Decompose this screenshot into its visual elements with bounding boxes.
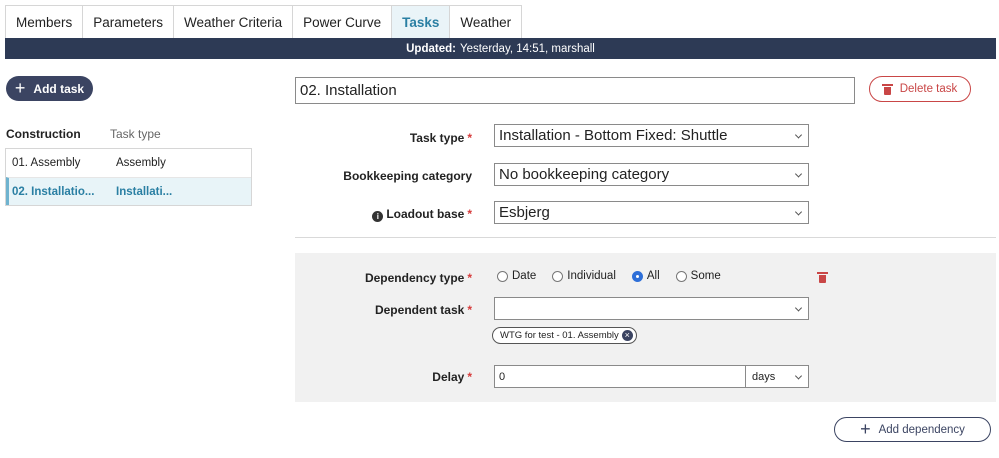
delay-unit-select[interactable]: days — [745, 365, 809, 388]
delay-label: Delay * — [432, 370, 472, 384]
chevron-down-icon — [794, 169, 803, 178]
tab-bar: Members Parameters Weather Criteria Powe… — [5, 5, 523, 38]
tab-weather-criteria[interactable]: Weather Criteria — [173, 5, 294, 38]
divider — [295, 237, 996, 238]
task-name: 02. Installatio... — [12, 185, 95, 198]
task-name-input[interactable]: 02. Installation — [295, 77, 855, 104]
chevron-down-icon — [794, 303, 803, 312]
dependent-task-label: Dependent task * — [374, 303, 472, 317]
radio-date[interactable]: Date — [497, 270, 536, 282]
chip-label: WTG for test - 01. Assembly — [500, 330, 619, 341]
delete-task-label: Delete task — [899, 83, 958, 95]
plus-icon: + — [860, 418, 871, 439]
task-list: 01. Assembly Assembly 02. Installatio...… — [5, 148, 252, 206]
dependency-type-radios: Date Individual All Some — [497, 270, 737, 282]
updated-label: Updated: — [406, 42, 456, 55]
radio-circle — [552, 270, 564, 282]
updated-banner: Updated: Yesterday, 14:51, marshall — [5, 38, 996, 59]
task-type-select[interactable]: Installation - Bottom Fixed: Shuttle — [494, 124, 809, 147]
task-list-header: Construction Task type — [6, 127, 252, 141]
radio-individual[interactable]: Individual — [552, 270, 616, 282]
task-name: 01. Assembly — [12, 157, 81, 169]
task-row[interactable]: 01. Assembly Assembly — [6, 149, 251, 177]
plus-icon: + — [14, 77, 26, 98]
dependent-task-chip: WTG for test - 01. Assembly × — [492, 327, 637, 344]
add-dependency-button[interactable]: + Add dependency — [834, 417, 991, 442]
tab-tasks[interactable]: Tasks — [391, 5, 451, 38]
delete-dependency-button[interactable] — [817, 272, 828, 286]
column-construction: Construction — [6, 127, 81, 141]
bookkeeping-select[interactable]: No bookkeeping category — [494, 163, 809, 186]
info-icon[interactable]: i — [372, 211, 384, 222]
dependency-type-label: Dependency type * — [364, 271, 472, 285]
chevron-down-icon — [794, 130, 803, 139]
bookkeeping-label: Bookkeeping category — [343, 169, 472, 183]
radio-circle — [631, 270, 643, 282]
dependent-task-select[interactable] — [494, 297, 809, 320]
column-task-type: Task type — [110, 127, 161, 141]
radio-all[interactable]: All — [631, 270, 660, 282]
delete-task-button[interactable]: Delete task — [869, 76, 971, 102]
radio-circle — [675, 270, 687, 282]
task-row[interactable]: 02. Installatio... Installati... — [6, 177, 251, 205]
close-icon[interactable]: × — [621, 330, 633, 341]
trash-icon — [817, 272, 828, 283]
delay-input[interactable]: 0 — [494, 365, 746, 388]
tab-parameters[interactable]: Parameters — [82, 5, 175, 38]
trash-icon — [881, 83, 893, 95]
loadout-base-select[interactable]: Esbjerg — [494, 201, 809, 224]
tab-weather[interactable]: Weather — [449, 5, 523, 38]
chevron-down-icon — [794, 207, 803, 216]
radio-some[interactable]: Some — [675, 270, 721, 282]
tab-members[interactable]: Members — [5, 5, 84, 38]
loadout-base-label: i Loadout base * — [330, 207, 472, 222]
chevron-down-icon — [794, 371, 803, 380]
tab-power-curve[interactable]: Power Curve — [292, 5, 393, 38]
add-task-button[interactable]: + Add task — [6, 76, 93, 101]
task-type: Assembly — [116, 157, 166, 169]
radio-circle — [497, 270, 508, 282]
updated-value: Yesterday, 14:51, marshall — [459, 42, 595, 55]
add-task-label: Add task — [33, 81, 85, 96]
task-type: Installati... — [116, 185, 173, 198]
add-dependency-label: Add dependency — [878, 423, 965, 436]
task-type-label: Task type * — [409, 131, 472, 145]
